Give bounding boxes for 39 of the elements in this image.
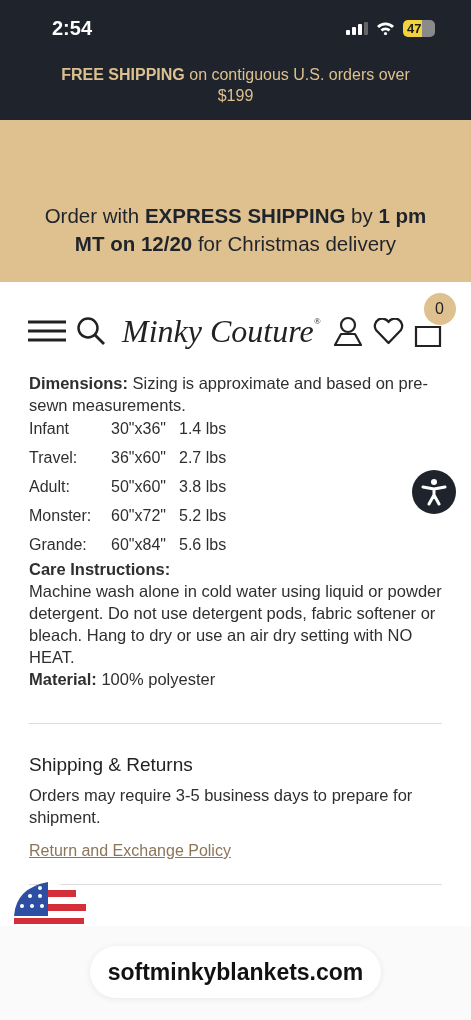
menu-icon[interactable] bbox=[28, 320, 66, 342]
section-heading: Shipping & Returns bbox=[29, 754, 194, 776]
size-weight: 5.2 lbs bbox=[179, 506, 228, 526]
size-weight: 5.6 lbs bbox=[179, 535, 228, 555]
banner-text: Order with EXPRESS SHIPPING by 1 pm MT on 12/20 for Christmas delivery bbox=[43, 203, 428, 257]
account-icon[interactable] bbox=[332, 316, 363, 346]
accessibility-button[interactable] bbox=[412, 470, 456, 514]
battery-level: 47 bbox=[403, 19, 435, 37]
promo-text: FREE SHIPPING on contiguous U.S. orders over $199 bbox=[60, 65, 411, 106]
address-bar[interactable]: softminkyblankets.com bbox=[89, 946, 382, 998]
size-weight: 3.8 lbs bbox=[179, 477, 228, 497]
accessibility-icon bbox=[421, 478, 447, 506]
size-weight: 2.7 lbs bbox=[179, 448, 228, 468]
status-time: 2:54 bbox=[52, 16, 93, 40]
search-icon[interactable] bbox=[76, 316, 106, 346]
care-text: Machine wash alone in cold water using liquid or powder detergent. Do not use detergent pods, fabric softener or bleach. Hang to dry or use an air dry setting with NO HEAT. bbox=[29, 581, 442, 668]
size-name: Adult: bbox=[29, 477, 71, 497]
material-text: Material: 100% polyester bbox=[29, 669, 217, 690]
size-name: Travel: bbox=[29, 448, 79, 468]
flag-icon[interactable] bbox=[14, 882, 86, 924]
shipping-text: Orders may require 3-5 business days to prepare for shipment. bbox=[29, 785, 414, 828]
size-weight: 1.4 lbs bbox=[179, 419, 228, 439]
size-dimensions: 50"x60" bbox=[111, 477, 167, 497]
bag-icon[interactable] bbox=[413, 325, 442, 347]
wifi-icon bbox=[376, 21, 395, 35]
logo[interactable]: Minky Couture$^{®}$ bbox=[122, 312, 321, 350]
policy-link[interactable]: Return and Exchange Policy bbox=[29, 842, 231, 860]
size-dimensions: 60"x72" bbox=[111, 506, 167, 526]
size-name: Infant bbox=[29, 419, 71, 439]
cart-count: 0 bbox=[423, 293, 456, 325]
care-title: Care Instructions: bbox=[29, 559, 172, 580]
heart-icon[interactable] bbox=[372, 317, 404, 345]
size-dimensions: 30"x36" bbox=[111, 419, 167, 439]
size-dimensions: 60"x84" bbox=[111, 535, 167, 555]
dimensions-text: Dimensions: Sizing is approximate and based on pre-sewn measurements. bbox=[29, 373, 429, 416]
size-dimensions: 36"x60" bbox=[111, 448, 167, 468]
size-name: Monster: bbox=[29, 506, 93, 526]
size-name: Grande: bbox=[29, 535, 88, 555]
signal-icon bbox=[346, 21, 368, 35]
